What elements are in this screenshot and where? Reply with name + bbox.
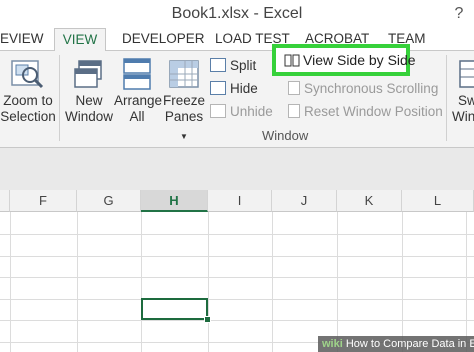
unhide-button[interactable]: Unhide bbox=[210, 103, 273, 121]
group-separator bbox=[59, 55, 60, 141]
tab-view[interactable]: VIEW bbox=[54, 28, 106, 52]
freeze-panes-icon bbox=[169, 60, 199, 88]
grid-line bbox=[466, 212, 467, 352]
synchronous-scrolling-button[interactable]: Synchronous Scrolling bbox=[288, 80, 438, 98]
reset-window-position-button[interactable]: Reset Window Position bbox=[288, 103, 443, 121]
worksheet-grid[interactable]: F G H I J K L bbox=[0, 190, 474, 352]
dropdown-arrow-icon: ▼ bbox=[180, 132, 188, 141]
excel-window: Book1.xlsx - Excel ? EVIEW VIEW DEVELOPE… bbox=[0, 0, 474, 352]
freeze-panes-label-1: Freeze bbox=[162, 93, 206, 108]
group-separator bbox=[446, 55, 447, 141]
grid-line bbox=[0, 277, 474, 278]
active-cell[interactable] bbox=[141, 298, 208, 320]
tab-review[interactable]: EVIEW bbox=[0, 28, 44, 50]
new-window-label-2: Window bbox=[64, 109, 113, 124]
zoom-selection-icon bbox=[11, 60, 44, 89]
fill-handle[interactable] bbox=[204, 316, 211, 323]
help-button[interactable]: ? bbox=[448, 3, 470, 25]
switch-windows-label-1: Sw bbox=[458, 93, 474, 108]
view-side-by-side-button[interactable]: View Side by Side bbox=[284, 52, 416, 68]
grid-line bbox=[0, 256, 474, 257]
title-bar: Book1.xlsx - Excel ? bbox=[0, 0, 474, 28]
hide-button[interactable]: Hide bbox=[210, 80, 258, 98]
column-header-g[interactable]: G bbox=[77, 190, 141, 212]
wikihow-watermark: wiki How to Compare Data in Excel bbox=[318, 336, 474, 352]
column-header-f[interactable]: F bbox=[10, 190, 77, 212]
grid-line bbox=[208, 212, 209, 352]
arrange-all-icon bbox=[123, 58, 151, 90]
zoom-to-selection-label-2: Selection bbox=[0, 109, 56, 124]
window-title: Book1.xlsx - Excel bbox=[171, 5, 303, 22]
new-window-icon bbox=[74, 60, 102, 88]
column-header-partial bbox=[0, 190, 10, 212]
split-button[interactable]: Split bbox=[210, 57, 256, 75]
column-header-i[interactable]: I bbox=[208, 190, 272, 212]
grid-line bbox=[77, 212, 78, 352]
unhide-icon bbox=[210, 104, 226, 119]
grid-line bbox=[402, 212, 403, 352]
grid-line bbox=[0, 299, 474, 300]
reset-window-position-icon bbox=[288, 104, 300, 119]
tab-developer[interactable]: DEVELOPER bbox=[122, 28, 205, 50]
arrange-all-label-2: All bbox=[129, 109, 145, 124]
hide-icon bbox=[210, 81, 226, 96]
grid-line bbox=[337, 212, 338, 352]
new-window-label-1: New bbox=[75, 93, 103, 108]
column-header-l[interactable]: L bbox=[402, 190, 474, 212]
watermark-text: How to Compare Data in Excel bbox=[345, 338, 474, 350]
switch-windows-icon bbox=[459, 60, 474, 88]
synchronous-scrolling-icon bbox=[288, 81, 300, 96]
formula-bar-area bbox=[0, 148, 474, 190]
view-side-by-side-icon bbox=[284, 54, 300, 67]
arrange-all-label-1: Arrange bbox=[114, 93, 163, 108]
grid-line bbox=[0, 320, 474, 321]
grid-line bbox=[10, 212, 11, 352]
grid-line bbox=[0, 234, 474, 235]
column-header-h[interactable]: H bbox=[141, 190, 208, 212]
grid-line bbox=[141, 212, 142, 352]
column-header-k[interactable]: K bbox=[337, 190, 402, 212]
window-group-label: Window bbox=[262, 128, 309, 143]
switch-windows-label-2: Wind bbox=[452, 109, 474, 124]
watermark-brand: wiki bbox=[322, 338, 343, 350]
column-header-j[interactable]: J bbox=[272, 190, 337, 212]
grid-line bbox=[272, 212, 273, 352]
zoom-to-selection-label-1: Zoom to bbox=[3, 93, 53, 108]
freeze-panes-label-2: Panes ▼ bbox=[164, 109, 204, 141]
split-icon bbox=[210, 58, 226, 73]
